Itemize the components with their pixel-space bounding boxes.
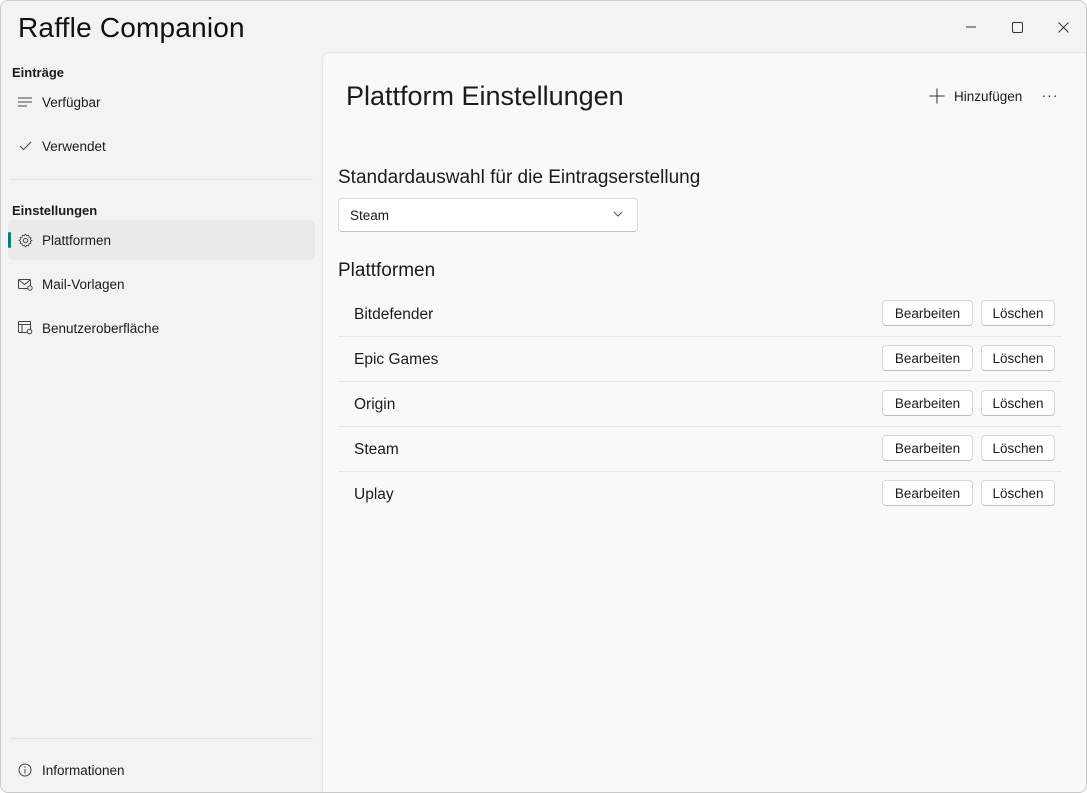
edit-button[interactable]: Bearbeiten [882, 480, 973, 506]
selection-indicator [8, 232, 11, 248]
nav-item-used[interactable]: Verwendet [8, 126, 315, 166]
close-button[interactable] [1040, 1, 1086, 53]
close-icon [1057, 21, 1069, 33]
window-controls [948, 1, 1086, 53]
platform-name: Epic Games [354, 351, 439, 368]
sidebar-divider [10, 179, 313, 180]
gear-icon [17, 232, 33, 248]
platform-name: Uplay [354, 486, 394, 503]
delete-button[interactable]: Löschen [981, 480, 1055, 506]
title-bar: Raffle Companion [1, 1, 1086, 53]
nav-item-available[interactable]: Verfügbar [8, 82, 315, 122]
section-header-entries: Einträge [12, 65, 65, 80]
sidebar-footer-divider [10, 738, 313, 739]
more-options-button[interactable]: ··· [1039, 84, 1061, 106]
platform-row: Steam Bearbeiten Löschen [338, 427, 1062, 472]
platform-name: Steam [354, 441, 399, 458]
nav-item-label: Benutzeroberfläche [42, 320, 160, 336]
nav-item-label: Plattformen [42, 232, 112, 248]
platform-row: Origin Bearbeiten Löschen [338, 382, 1062, 427]
nav-item-mail-templates[interactable]: Mail-Vorlagen [8, 264, 315, 304]
platform-name: Origin [354, 396, 396, 413]
nav-item-platforms[interactable]: Plattformen [8, 220, 315, 260]
navigation-pane: Einträge Verfügbar Verwendet Einstellung… [1, 53, 322, 792]
edit-button[interactable]: Bearbeiten [882, 345, 973, 371]
nav-item-user-interface[interactable]: Benutzeroberfläche [8, 308, 315, 348]
minimize-button[interactable] [948, 1, 994, 53]
default-platform-combobox[interactable]: Steam [338, 198, 638, 232]
platform-row: Epic Games Bearbeiten Löschen [338, 337, 1062, 382]
app-title: Raffle Companion [18, 12, 245, 43]
edit-button[interactable]: Bearbeiten [882, 390, 973, 416]
mail-settings-icon [17, 276, 33, 292]
delete-button[interactable]: Löschen [981, 300, 1055, 326]
nav-item-information[interactable]: Informationen [8, 750, 315, 790]
chevron-down-icon [613, 211, 623, 217]
app-window: Raffle Companion Einträge Verfügbar Verw… [0, 0, 1087, 793]
nav-item-label: Verwendet [42, 138, 106, 154]
nav-item-label: Verfügbar [42, 94, 101, 110]
checkmark-icon [17, 138, 33, 154]
page-title: Plattform Einstellungen [346, 81, 624, 111]
delete-button[interactable]: Löschen [981, 345, 1055, 371]
plus-icon [929, 88, 945, 104]
platforms-header: Plattformen [338, 260, 436, 281]
combobox-value: Steam [350, 207, 390, 223]
nav-item-label: Informationen [42, 762, 125, 778]
default-selection-header: Standardauswahl für die Eintragserstellu… [338, 167, 701, 188]
platform-list: Bitdefender Bearbeiten Löschen Epic Game… [338, 292, 1062, 517]
add-button-label: Hinzufügen [954, 88, 1023, 104]
nav-item-label: Mail-Vorlagen [42, 276, 125, 292]
maximize-icon [1011, 21, 1023, 33]
lines-icon [17, 94, 33, 110]
platform-row: Uplay Bearbeiten Löschen [338, 472, 1062, 517]
maximize-button[interactable] [994, 1, 1040, 53]
platform-name: Bitdefender [354, 306, 434, 323]
platform-row: Bitdefender Bearbeiten Löschen [338, 292, 1062, 337]
add-button[interactable]: Hinzufügen [929, 85, 1022, 107]
ui-settings-icon [17, 320, 33, 336]
delete-button[interactable]: Löschen [981, 390, 1055, 416]
more-icon: ··· [1041, 87, 1059, 103]
edit-button[interactable]: Bearbeiten [882, 435, 973, 461]
content-area: Plattform Einstellungen Hinzufügen ··· S… [322, 52, 1086, 792]
info-icon [17, 762, 33, 778]
delete-button[interactable]: Löschen [981, 435, 1055, 461]
edit-button[interactable]: Bearbeiten [882, 300, 973, 326]
minimize-icon [966, 26, 976, 28]
section-header-settings: Einstellungen [12, 203, 98, 218]
